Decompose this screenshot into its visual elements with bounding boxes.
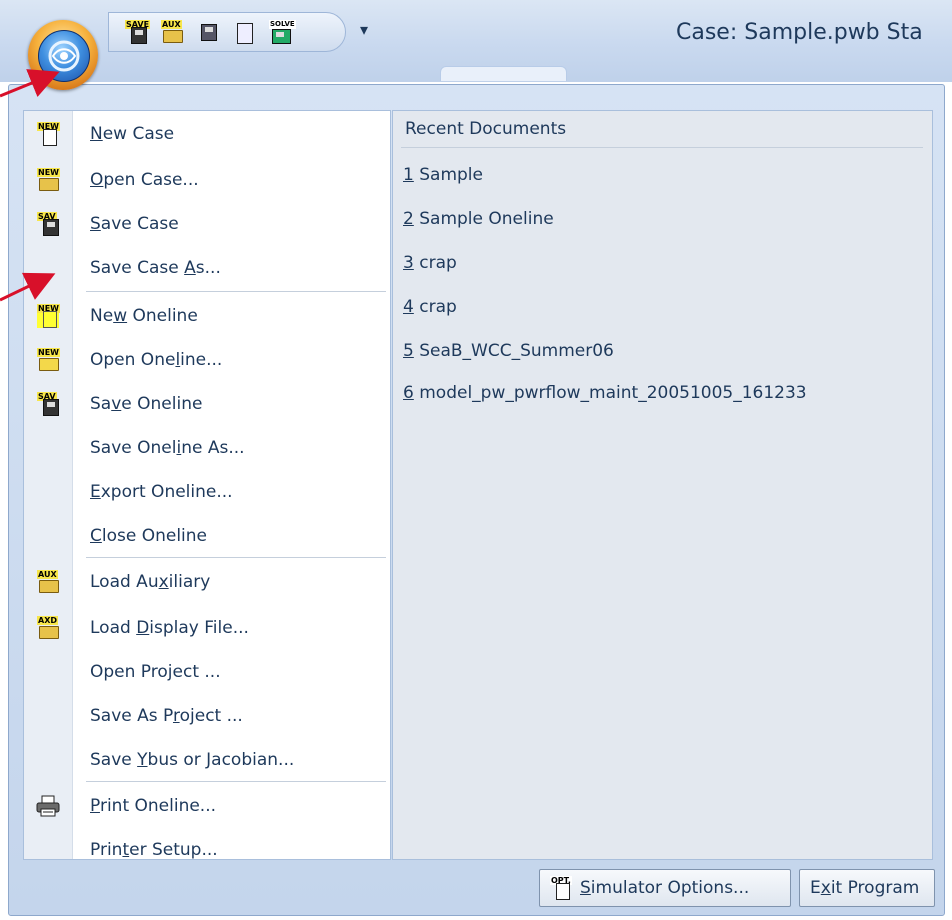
menu-item-label: Load Auxiliary bbox=[90, 572, 211, 592]
recent-documents-panel: Recent Documents 1 Sample 2 Sample Oneli… bbox=[392, 110, 933, 860]
recent-document-item[interactable]: 1 Sample bbox=[403, 165, 483, 185]
menu-item-label: Printer Setup... bbox=[90, 840, 218, 860]
options-icon: OPT. bbox=[550, 876, 572, 900]
window-title: Case: Sample.pwb Sta bbox=[676, 20, 923, 45]
menu-commands-panel: NEW New Case NEW Open Case... SAV Save C… bbox=[23, 110, 391, 860]
menu-item-label: Open Case... bbox=[90, 170, 199, 190]
title-bar: SAVE AUX SOLVE ▾ Case: Sample.pwb Sta bbox=[0, 0, 952, 82]
menu-item-save-as-project[interactable]: Save As Project ... bbox=[24, 695, 390, 737]
load-aux-icon: AUX bbox=[161, 20, 183, 44]
menu-item-label: Open Oneline... bbox=[90, 350, 223, 370]
menu-item-label: Print Oneline... bbox=[90, 796, 217, 816]
menu-item-printer-setup[interactable]: Printer Setup... bbox=[24, 829, 390, 871]
qat-load-aux-button[interactable]: AUX bbox=[159, 18, 185, 46]
menu-item-label: New Oneline bbox=[90, 306, 198, 326]
menu-item-save-oneline-as[interactable]: Save Oneline As... bbox=[24, 427, 390, 469]
menu-item-save-oneline[interactable]: SAV Save Oneline bbox=[24, 383, 390, 425]
new-case-icon: NEW bbox=[37, 122, 60, 146]
recent-document-item[interactable]: 6 model_pw_pwrflow_maint_20051005_161233 bbox=[403, 383, 807, 403]
menu-separator bbox=[86, 557, 386, 558]
menu-item-label: New Case bbox=[90, 124, 175, 144]
printer-icon bbox=[36, 795, 60, 817]
recent-document-item[interactable]: 2 Sample Oneline bbox=[403, 209, 554, 229]
menu-item-label: Close Oneline bbox=[90, 526, 208, 546]
save-case-icon: SAVE bbox=[125, 20, 151, 44]
menu-item-new-oneline[interactable]: NEW New Oneline bbox=[24, 295, 390, 337]
quick-access-toolbar: SAVE AUX SOLVE bbox=[108, 12, 346, 52]
case-info-icon bbox=[197, 20, 219, 44]
exit-program-label: Exit Program bbox=[810, 878, 920, 898]
load-display-icon: AXD bbox=[37, 616, 59, 640]
menu-item-open-case[interactable]: NEW Open Case... bbox=[24, 159, 390, 201]
menu-item-label: Save Oneline bbox=[90, 394, 203, 414]
recent-document-item[interactable]: 5 SeaB_WCC_Summer06 bbox=[403, 341, 614, 361]
menu-item-label: Save Ybus or Jacobian... bbox=[90, 750, 295, 770]
log-icon bbox=[233, 20, 255, 44]
menu-item-label: Export Oneline... bbox=[90, 482, 233, 502]
qat-case-info-button[interactable] bbox=[195, 18, 221, 46]
open-oneline-icon: NEW bbox=[37, 348, 60, 372]
application-menu: NEW New Case NEW Open Case... SAV Save C… bbox=[8, 84, 945, 916]
menu-separator bbox=[86, 291, 386, 292]
menu-item-load-auxiliary[interactable]: AUX Load Auxiliary bbox=[24, 561, 390, 603]
new-oneline-icon: NEW bbox=[37, 304, 60, 328]
menu-item-new-case[interactable]: NEW New Case bbox=[24, 113, 390, 155]
menu-item-save-ybus[interactable]: Save Ybus or Jacobian... bbox=[24, 739, 390, 781]
load-auxiliary-icon: AUX bbox=[37, 570, 59, 594]
menu-item-print-oneline[interactable]: Print Oneline... bbox=[24, 785, 390, 827]
recent-documents-header: Recent Documents bbox=[405, 119, 567, 139]
menu-item-open-project[interactable]: Open Project ... bbox=[24, 651, 390, 693]
qat-save-case-button[interactable]: SAVE bbox=[123, 18, 151, 46]
save-case-icon: SAV bbox=[37, 212, 59, 236]
menu-top-strip bbox=[9, 85, 944, 109]
app-logo-icon bbox=[38, 30, 90, 82]
menu-item-save-case-as[interactable]: Save Case As... bbox=[24, 247, 390, 289]
exit-program-button[interactable]: Exit Program bbox=[799, 869, 935, 907]
recent-documents-separator bbox=[401, 147, 923, 148]
menu-item-load-display-file[interactable]: AXD Load Display File... bbox=[24, 607, 390, 649]
simulator-options-button[interactable]: OPT. Simulator Options... bbox=[539, 869, 791, 907]
qat-customize-dropdown[interactable]: ▾ bbox=[360, 20, 368, 39]
qat-log-button[interactable] bbox=[231, 18, 257, 46]
solve-icon: SOLVE bbox=[269, 20, 296, 44]
ribbon-tab[interactable] bbox=[440, 66, 567, 81]
menu-item-save-case[interactable]: SAV Save Case bbox=[24, 203, 390, 245]
menu-item-close-oneline[interactable]: Close Oneline bbox=[24, 515, 390, 557]
application-menu-button[interactable] bbox=[28, 20, 98, 90]
menu-item-open-oneline[interactable]: NEW Open Oneline... bbox=[24, 339, 390, 381]
recent-document-item[interactable]: 4 crap bbox=[403, 297, 457, 317]
recent-document-item[interactable]: 3 crap bbox=[403, 253, 457, 273]
menu-item-label: Load Display File... bbox=[90, 618, 249, 638]
qat-solve-button[interactable]: SOLVE bbox=[267, 18, 296, 46]
menu-item-label: Save Case As... bbox=[90, 258, 221, 278]
save-oneline-icon: SAV bbox=[37, 392, 59, 416]
simulator-options-label: Simulator Options... bbox=[580, 878, 750, 898]
menu-item-label: Save As Project ... bbox=[90, 706, 243, 726]
menu-separator bbox=[86, 781, 386, 782]
menu-item-export-oneline[interactable]: Export Oneline... bbox=[24, 471, 390, 513]
menu-item-label: Save Oneline As... bbox=[90, 438, 245, 458]
menu-item-label: Save Case bbox=[90, 214, 179, 234]
menu-item-label: Open Project ... bbox=[90, 662, 221, 682]
open-case-icon: NEW bbox=[37, 168, 60, 192]
